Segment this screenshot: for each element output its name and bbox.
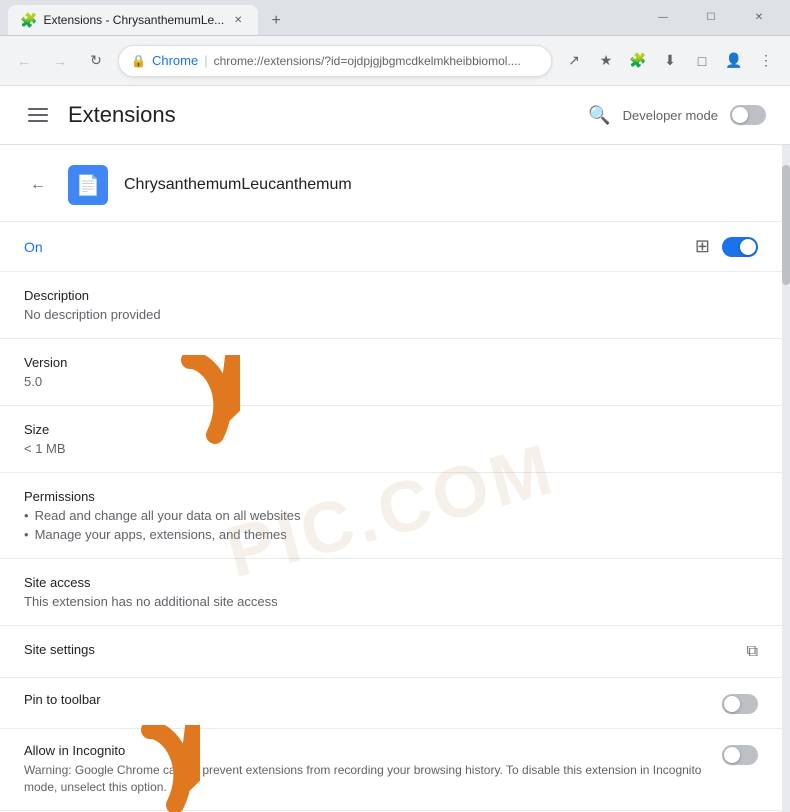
description-value: No description provided xyxy=(24,307,758,322)
url-text: chrome://extensions/?id=ojdpjgjbgmcdkelm… xyxy=(214,54,521,68)
bullet-1: • xyxy=(24,508,29,523)
size-label: Size xyxy=(24,422,758,437)
permission-text-1: Read and change all your data on all web… xyxy=(35,508,301,523)
scrollbar-thumb[interactable] xyxy=(782,165,790,285)
incognito-row: Allow in Incognito Warning: Google Chrom… xyxy=(0,729,782,811)
main-scroll[interactable]: PIC.COM ← 📄 ChrysanthemumLeucanthemum xyxy=(0,145,782,812)
menu-icon[interactable]: ⋮ xyxy=(752,47,780,75)
refresh-button[interactable]: ↻ xyxy=(82,47,110,75)
version-section: Version 5.0 xyxy=(0,339,782,406)
external-link-icon: ⧉ xyxy=(747,643,758,661)
download-icon[interactable]: ⬇ xyxy=(656,47,684,75)
incognito-text: Allow in Incognito Warning: Google Chrom… xyxy=(24,743,706,796)
hamburger-line-3 xyxy=(28,120,48,122)
incognito-label: Allow in Incognito xyxy=(24,743,706,758)
forward-button[interactable]: → xyxy=(46,47,74,75)
back-button[interactable]: ← xyxy=(24,171,52,199)
description-section: Description No description provided xyxy=(0,272,782,339)
detail-header: ← 📄 ChrysanthemumLeucanthemum xyxy=(0,145,782,222)
extension-logo-icon: 📄 xyxy=(76,173,101,198)
status-right: ⊞ xyxy=(695,236,758,257)
tab-close-button[interactable]: ✕ xyxy=(230,12,246,28)
maximize-button[interactable]: ☐ xyxy=(688,2,734,34)
url-separator: | xyxy=(204,53,207,68)
extensions-page: Extensions 🔍 Developer mode PIC.COM xyxy=(0,86,790,812)
content-area: PIC.COM ← 📄 ChrysanthemumLeucanthemum xyxy=(0,145,790,812)
site-settings-row[interactable]: Site settings ⧉ xyxy=(0,626,782,678)
address-bar: ← → ↻ 🔒 Chrome | chrome://extensions/?id… xyxy=(0,36,790,86)
permissions-section: Permissions • Read and change all your d… xyxy=(0,473,782,559)
hamburger-line-2 xyxy=(28,114,48,116)
page-title: Extensions xyxy=(68,102,176,128)
hamburger-menu[interactable] xyxy=(24,104,52,126)
size-value: < 1 MB xyxy=(24,441,758,456)
developer-mode-toggle[interactable] xyxy=(730,105,766,125)
extensions-icon[interactable]: 🧩 xyxy=(624,47,652,75)
permission-text-2: Manage your apps, extensions, and themes xyxy=(35,527,287,542)
version-label: Version xyxy=(24,355,758,370)
chrome-label: Chrome xyxy=(152,53,198,68)
extensions-header: Extensions 🔍 Developer mode xyxy=(0,86,790,145)
security-icon: 🔒 xyxy=(131,54,146,68)
scrollbar[interactable] xyxy=(782,145,790,812)
bookmark-icon[interactable]: ★ xyxy=(592,47,620,75)
header-right: 🔍 Developer mode xyxy=(588,105,766,126)
site-access-section: Site access This extension has no additi… xyxy=(0,559,782,626)
close-button[interactable]: ✕ xyxy=(736,2,782,34)
permission-item-2: • Manage your apps, extensions, and them… xyxy=(24,527,758,542)
pin-toggle[interactable] xyxy=(722,694,758,714)
site-access-value: This extension has no additional site ac… xyxy=(24,594,758,609)
tab-title: Extensions - ChrysanthemumLe... xyxy=(43,13,224,27)
incognito-toggle[interactable] xyxy=(722,745,758,765)
extension-detail-panel: ← 📄 ChrysanthemumLeucanthemum On ⊞ xyxy=(0,145,782,812)
incognito-desc: Warning: Google Chrome cannot prevent ex… xyxy=(24,762,706,796)
tab-favicon: 🧩 xyxy=(20,12,37,29)
toolbar-icons: ↗ ★ 🧩 ⬇ □ 👤 ⋮ xyxy=(560,47,780,75)
share-icon[interactable]: ↗ xyxy=(560,47,588,75)
status-row: On ⊞ xyxy=(0,222,782,272)
pin-toggle-knob xyxy=(724,696,740,712)
page-content: Extensions 🔍 Developer mode PIC.COM xyxy=(0,86,790,812)
cast-icon[interactable]: □ xyxy=(688,47,716,75)
extension-enable-toggle[interactable] xyxy=(722,237,758,257)
incognito-toggle-knob xyxy=(724,747,740,763)
active-tab[interactable]: 🧩 Extensions - ChrysanthemumLe... ✕ xyxy=(8,5,258,35)
status-label: On xyxy=(24,239,43,255)
back-button[interactable]: ← xyxy=(10,47,38,75)
pin-label: Pin to toolbar xyxy=(24,692,101,707)
hamburger-line-1 xyxy=(28,108,48,110)
site-access-label: Site access xyxy=(24,575,758,590)
pin-text: Pin to toolbar xyxy=(24,692,101,711)
search-icon[interactable]: 🔍 xyxy=(588,105,610,126)
toggle-knob xyxy=(740,239,756,255)
titlebar: 🧩 Extensions - ChrysanthemumLe... ✕ + — … xyxy=(0,0,790,36)
toggle-knob xyxy=(732,107,748,123)
new-tab-button[interactable]: + xyxy=(262,7,290,35)
omnibox[interactable]: 🔒 Chrome | chrome://extensions/?id=ojdpj… xyxy=(118,45,552,77)
header-left: Extensions xyxy=(24,102,176,128)
tab-strip: 🧩 Extensions - ChrysanthemumLe... ✕ + xyxy=(8,0,640,35)
extension-logo: 📄 xyxy=(68,165,108,205)
minimize-button[interactable]: — xyxy=(640,2,686,34)
permissions-label: Permissions xyxy=(24,489,758,504)
grid-view-icon[interactable]: ⊞ xyxy=(695,236,710,257)
profile-icon[interactable]: 👤 xyxy=(720,47,748,75)
scroll-inner: PIC.COM ← 📄 ChrysanthemumLeucanthemum xyxy=(0,145,782,812)
pin-to-toolbar-row: Pin to toolbar xyxy=(0,678,782,729)
description-label: Description xyxy=(24,288,758,303)
version-value: 5.0 xyxy=(24,374,758,389)
developer-mode-label: Developer mode xyxy=(623,108,718,123)
site-settings-label: Site settings xyxy=(24,642,95,657)
permission-item-1: • Read and change all your data on all w… xyxy=(24,508,758,523)
window-controls: — ☐ ✕ xyxy=(640,2,782,34)
size-section: Size < 1 MB xyxy=(0,406,782,473)
extension-name: ChrysanthemumLeucanthemum xyxy=(124,176,352,194)
bullet-2: • xyxy=(24,527,29,542)
